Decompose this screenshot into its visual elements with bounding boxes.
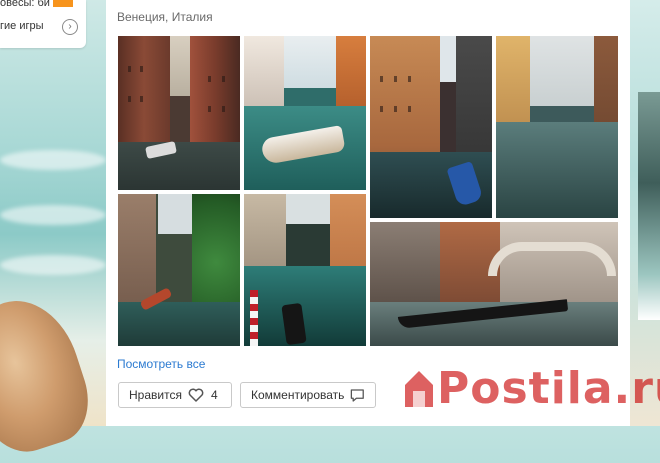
post-location[interactable]: Венеция, Италия [117,10,213,24]
chevron-right-circle-icon[interactable]: › [62,19,78,35]
see-all-link[interactable]: Посмотреть все [117,357,205,371]
photo-canal-5[interactable] [118,194,240,346]
watermark: Postila.ru [399,357,660,427]
photo-canal-4[interactable] [496,36,618,218]
side-widget-line1[interactable]: овесы: би [0,0,86,9]
house-logo [405,371,433,407]
photo-canal-7[interactable] [370,222,618,346]
orange-badge [52,0,73,8]
adjacent-post-edge [638,92,660,320]
seashell-decoration [0,286,101,463]
comment-button[interactable]: Комментировать [240,382,376,408]
background-left [0,0,106,463]
side-widget-line2[interactable]: гие игры [0,20,44,32]
wave-decoration [0,150,106,170]
wave-decoration [0,255,106,275]
heart-icon [188,388,204,402]
comment-label: Комментировать [251,388,345,402]
like-count: 4 [210,388,218,402]
like-label: Нравится [129,388,182,402]
side-widget-line1-text: овесы: би [0,0,50,9]
photo-canal-3[interactable] [370,36,492,218]
side-widget: овесы: би гие игры › [0,0,86,48]
photo-canal-2[interactable] [244,36,366,190]
comment-bubble-icon [351,388,365,402]
wave-decoration [0,205,106,225]
photo-canal-1[interactable] [118,36,240,190]
photo-canal-6[interactable] [244,194,366,346]
watermark-text: Postila.ru [437,363,660,414]
like-button[interactable]: Нравится 4 [118,382,232,408]
